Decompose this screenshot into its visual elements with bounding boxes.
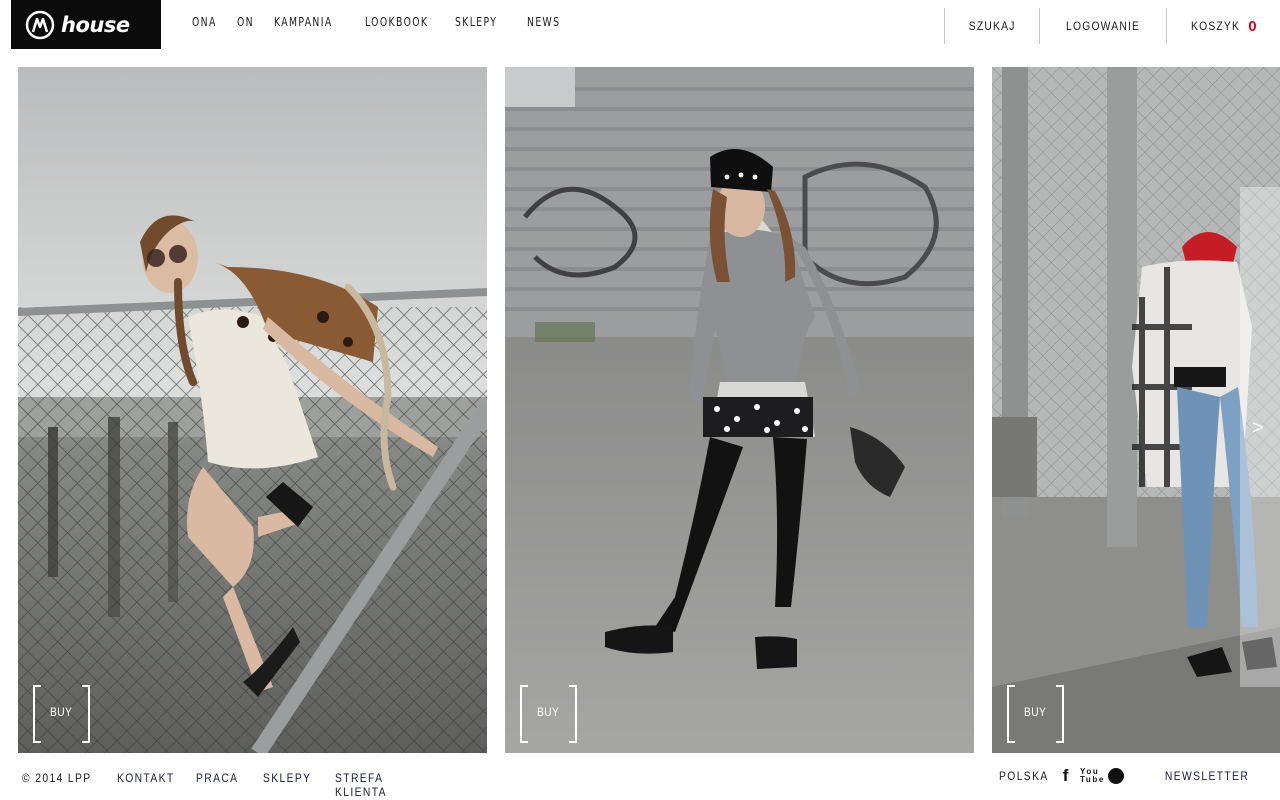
nav-item-sklepy[interactable]: SKLEPY <box>455 15 505 29</box>
login-button[interactable]: LOGOWANIE <box>1038 8 1166 44</box>
nav-item-lookbook[interactable]: LOOKBOOK <box>365 15 430 29</box>
logo-wordmark: house <box>61 12 130 37</box>
buy-label: BUY <box>537 705 560 719</box>
pinterest-icon[interactable]: P <box>1107 768 1124 784</box>
site-header: house ONA ON KAMPANIA LOOKBOOK SKLEPY NE… <box>0 0 1280 56</box>
footer-link-kontakt[interactable]: KONTAKT <box>117 771 185 799</box>
newsletter-link[interactable]: NEWSLETTER <box>1165 769 1249 783</box>
cart-label: KOSZYK <box>1191 19 1241 33</box>
youtube-icon[interactable]: You Tube <box>1080 768 1103 784</box>
buy-button[interactable]: BUY <box>33 685 90 743</box>
cart-button[interactable]: KOSZYK 0 <box>1166 8 1280 44</box>
lookbook-photo-2[interactable]: BUY <box>505 67 974 753</box>
house-logo[interactable]: house <box>11 0 161 49</box>
social-links: f You Tube P <box>1063 766 1124 786</box>
language-selector[interactable]: POLSKA <box>999 769 1049 783</box>
logo-mark-icon <box>25 10 55 39</box>
footer-links: © 2014 LPP KONTAKT PRACA SKLEPY STREFA K… <box>22 771 445 799</box>
main-nav: ONA ON KAMPANIA LOOKBOOK SKLEPY NEWS <box>192 15 581 29</box>
copyright: © 2014 LPP <box>22 771 92 785</box>
chevron-right-icon: > <box>1252 417 1264 439</box>
nav-item-news[interactable]: NEWS <box>527 15 561 29</box>
lookbook-photo-3[interactable]: > BUY <box>992 67 1280 753</box>
buy-button[interactable]: BUY <box>520 685 577 743</box>
buy-label: BUY <box>50 705 73 719</box>
nav-item-ona[interactable]: ONA <box>192 15 219 29</box>
buy-button[interactable]: BUY <box>1007 685 1064 743</box>
login-label: LOGOWANIE <box>1066 19 1141 33</box>
footer-link-praca[interactable]: PRACA <box>196 771 254 799</box>
footer-right: POLSKA f You Tube P NEWSLETTER <box>995 766 1256 786</box>
photo-redcap-girl <box>992 67 1280 753</box>
utility-bar: SZUKAJ LOGOWANIE KOSZYK 0 <box>943 8 1280 44</box>
nav-item-on[interactable]: ON <box>237 15 257 29</box>
carousel-next-button[interactable]: > <box>1240 187 1280 687</box>
buy-label: BUY <box>1024 705 1047 719</box>
footer-link-strefa-klienta[interactable]: STREFA KLIENTA <box>335 771 430 799</box>
footer-link-sklepy[interactable]: SKLEPY <box>263 771 325 799</box>
lookbook-photo-1[interactable]: BUY <box>18 67 487 753</box>
search-button[interactable]: SZUKAJ <box>943 8 1039 44</box>
search-label: SZUKAJ <box>968 19 1016 33</box>
cart-count-badge: 0 <box>1248 17 1258 35</box>
photo-fence-climb <box>18 67 487 753</box>
facebook-icon[interactable]: f <box>1063 766 1070 786</box>
photo-beanie-girl <box>505 67 974 753</box>
nav-item-kampania[interactable]: KAMPANIA <box>274 15 340 29</box>
